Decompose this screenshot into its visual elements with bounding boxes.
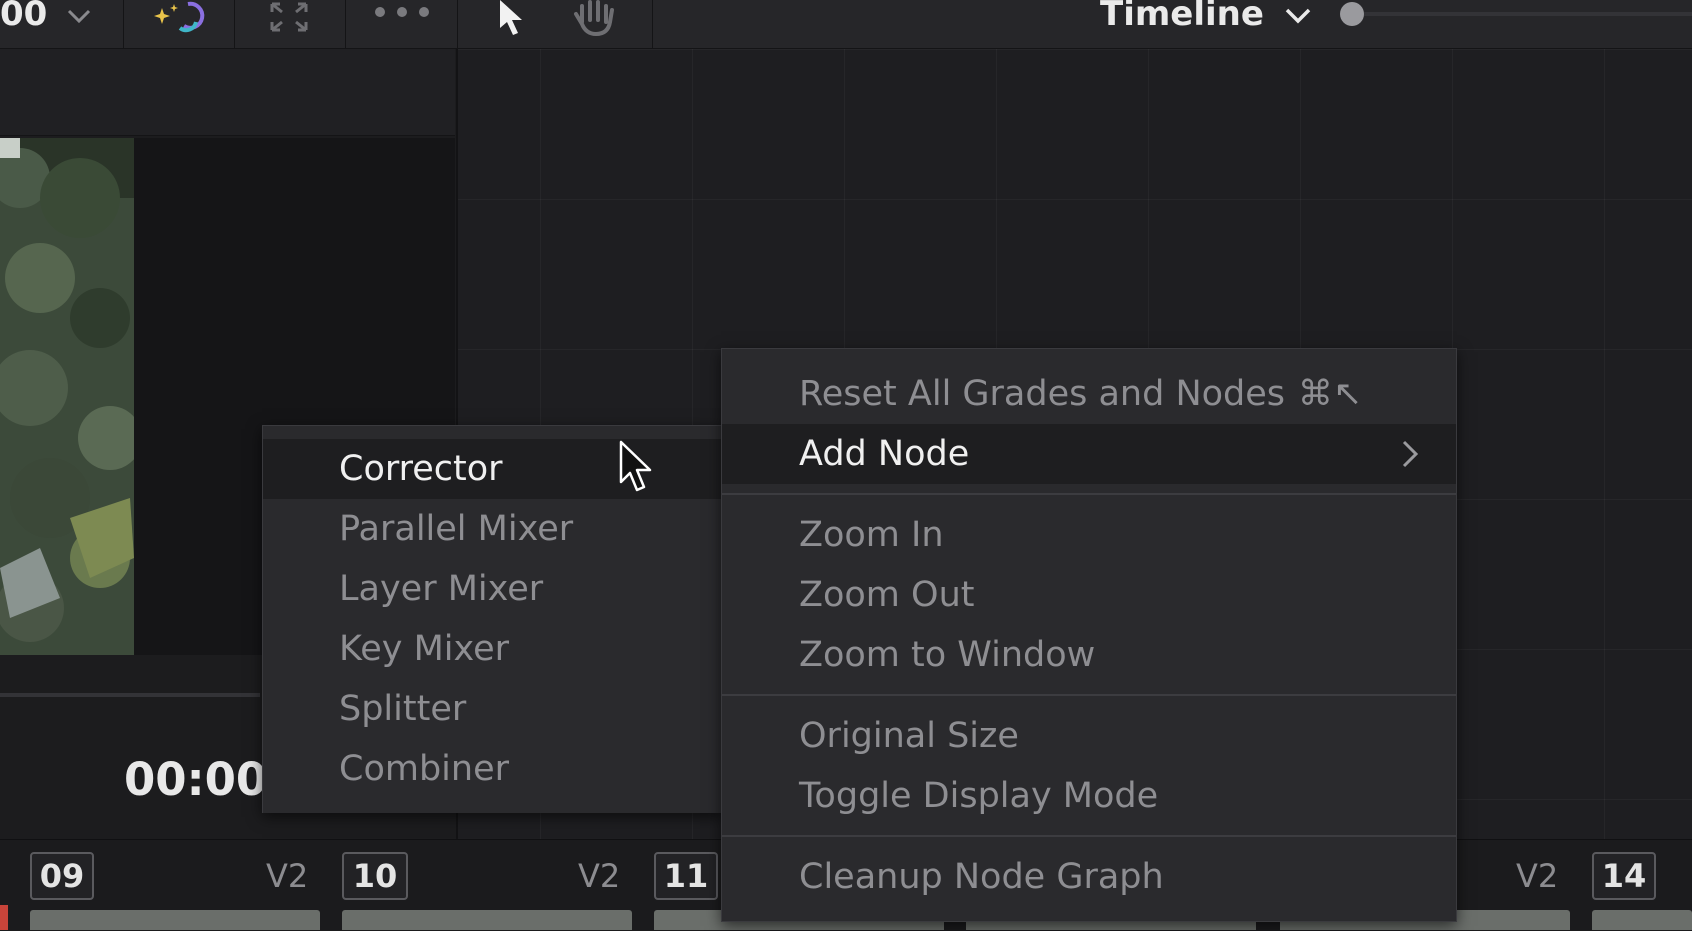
clip-track-label: V2 [1516, 857, 1559, 895]
menu-divider [722, 493, 1456, 495]
menu-item-add-node[interactable]: Add Node [722, 424, 1456, 484]
clip-number-10[interactable]: 10 [342, 852, 408, 900]
pointer-tool-icon[interactable] [496, 0, 530, 42]
clip-number-14[interactable]: 14 [1592, 852, 1656, 900]
toolbar-divider [345, 0, 346, 48]
menu-item-reset-all-grades[interactable]: Reset All Grades and Nodes ⌘↖ [722, 364, 1456, 424]
clip-thumbnail[interactable] [30, 910, 320, 930]
clip-track-label: V2 [578, 857, 621, 895]
menu-item-combiner[interactable]: Combiner [263, 739, 723, 799]
expand-icon[interactable] [268, 0, 310, 38]
magic-wand-icon[interactable] [150, 0, 210, 40]
menu-item-layer-mixer[interactable]: Layer Mixer [263, 559, 723, 619]
menu-divider [722, 835, 1456, 837]
viewer-image [0, 138, 142, 655]
menu-item-parallel-mixer[interactable]: Parallel Mixer [263, 499, 723, 559]
clip-marker [0, 905, 8, 930]
toolbar-divider [123, 0, 124, 48]
menu-item-original-size[interactable]: Original Size [722, 706, 1456, 766]
clip-thumbnail[interactable] [342, 910, 632, 930]
menu-item-zoom-in[interactable]: Zoom In [722, 505, 1456, 565]
viewer-scrubber[interactable] [0, 693, 260, 697]
chevron-down-icon[interactable] [1282, 2, 1314, 34]
clip-track-label: V2 [266, 857, 309, 895]
viewer-header [0, 49, 455, 136]
slider-handle[interactable] [1340, 2, 1364, 26]
menu-item-toggle-display-mode[interactable]: Toggle Display Mode [722, 766, 1456, 826]
clip-thumbnail[interactable] [1592, 910, 1692, 930]
timeline-dropdown-label[interactable]: Timeline [1100, 0, 1264, 34]
clip-number-09[interactable]: 09 [30, 852, 94, 900]
hand-tool-icon[interactable] [570, 0, 620, 40]
chevron-right-icon [1398, 426, 1422, 501]
menu-item-zoom-out[interactable]: Zoom Out [722, 565, 1456, 625]
shortcut-label: ⌘↖ [1298, 374, 1363, 414]
slider-track[interactable] [1364, 12, 1692, 16]
toolbar-divider [234, 0, 235, 48]
node-graph-context-menu: Reset All Grades and Nodes ⌘↖ Add Node Z… [721, 348, 1457, 922]
menu-divider [722, 694, 1456, 696]
more-options-icon[interactable] [372, 0, 432, 30]
menu-item-key-mixer[interactable]: Key Mixer [263, 619, 723, 679]
clip-number-11[interactable]: 11 [654, 852, 718, 900]
toolbar-value: 00 [0, 0, 48, 34]
menu-item-cleanup-node-graph[interactable]: Cleanup Node Graph [722, 847, 1456, 907]
menu-item-zoom-to-window[interactable]: Zoom to Window [722, 625, 1456, 685]
chevron-down-icon[interactable] [64, 2, 94, 34]
mouse-cursor-icon [618, 440, 658, 500]
toolbar-divider [457, 0, 458, 48]
top-toolbar: 00 Timeline [0, 0, 1692, 49]
menu-item-splitter[interactable]: Splitter [263, 679, 723, 739]
toolbar-divider [652, 0, 653, 48]
